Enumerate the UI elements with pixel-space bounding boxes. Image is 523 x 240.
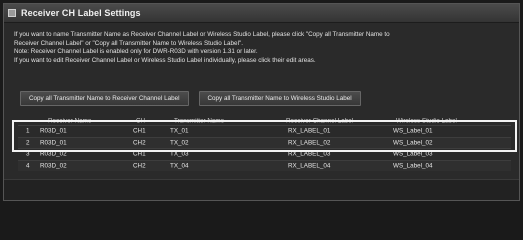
receiver-channel-label-cell[interactable]: RX_LABEL_01 — [288, 128, 330, 135]
instruction-line: If you want to name Transmitter Name as … — [14, 31, 390, 38]
table-row: 2 R03D_01 CH2 TX_02 RX_LABEL_02 WS_Label… — [18, 136, 511, 148]
row-index: 4 — [26, 162, 30, 170]
ch-cell: CH1 — [133, 150, 146, 158]
table-row: 4 R03D_02 CH2 TX_04 RX_LABEL_04 WS_Label… — [18, 159, 511, 171]
dialog-title: Receiver CH Label Settings — [21, 8, 141, 18]
receiver-channel-label-cell[interactable]: RX_LABEL_03 — [288, 151, 330, 158]
table-row: 1 R03D_01 CH1 TX_01 RX_LABEL_01 WS_Label… — [18, 125, 511, 137]
header-ch: CH — [136, 117, 146, 124]
header-wireless-studio-label: Wireless Studio Label — [396, 117, 457, 124]
instruction-line: Note: Receiver Channel Label is enabled … — [14, 48, 258, 56]
row-index: 3 — [26, 150, 30, 158]
row-index: 2 — [26, 139, 30, 147]
copy-to-receiver-channel-label-button[interactable]: Copy all Transmitter Name to Receiver Ch… — [20, 91, 189, 106]
receiver-channel-label-cell[interactable]: RX_LABEL_02 — [288, 139, 330, 146]
header-transmitter-name: Transmitter Name — [174, 117, 225, 124]
window-icon — [8, 9, 16, 17]
ch-cell: CH2 — [133, 162, 146, 170]
header-receiver-channel-label: Receiver Channel Label — [286, 117, 354, 124]
transmitter-name-cell: TX_03 — [170, 150, 189, 158]
copy-button-row: Copy all Transmitter Name to Receiver Ch… — [20, 91, 361, 106]
wireless-studio-label-cell[interactable]: WS_Label_03 — [393, 151, 433, 158]
dialog-content: If you want to name Transmitter Name as … — [14, 31, 511, 171]
table-row: 3 R03D_02 CH1 TX_03 RX_LABEL_03 WS_Label… — [18, 148, 511, 160]
ch-cell: CH1 — [133, 127, 146, 135]
receiver-channel-label-cell[interactable]: RX_LABEL_04 — [288, 162, 330, 169]
instruction-line: If you want to edit Receiver Channel Lab… — [14, 56, 316, 64]
wireless-studio-label-cell[interactable]: WS_Label_04 — [393, 162, 433, 169]
transmitter-name-cell: TX_02 — [170, 139, 189, 147]
wireless-studio-label-cell[interactable]: WS_Label_02 — [393, 139, 433, 146]
receiver-ch-label-settings-dialog: Receiver CH Label Settings If you want t… — [3, 3, 520, 201]
receiver-name-cell: R03D_01 — [40, 139, 67, 147]
dialog-footer — [4, 179, 519, 200]
instructions: If you want to name Transmitter Name as … — [14, 31, 511, 65]
row-index: 1 — [26, 127, 30, 135]
header-receiver-name: Receiver Name — [48, 117, 92, 124]
transmitter-name-cell: TX_04 — [170, 162, 189, 170]
receiver-name-cell: R03D_02 — [40, 150, 67, 158]
dialog-titlebar[interactable]: Receiver CH Label Settings — [4, 4, 519, 23]
receiver-name-cell: R03D_01 — [40, 127, 67, 135]
transmitter-name-cell: TX_01 — [170, 127, 189, 135]
receiver-name-cell: R03D_02 — [40, 162, 67, 170]
instruction-line: Receiver Channel Label" or "Copy all Tra… — [14, 39, 243, 47]
copy-to-wireless-studio-label-button[interactable]: Copy all Transmitter Name to Wireless St… — [198, 91, 361, 106]
ch-cell: CH2 — [133, 139, 146, 147]
label-table: Receiver Name CH Transmitter Name Receiv… — [18, 116, 511, 171]
wireless-studio-label-cell[interactable]: WS_Label_01 — [393, 128, 433, 135]
table-header: Receiver Name CH Transmitter Name Receiv… — [18, 116, 511, 125]
